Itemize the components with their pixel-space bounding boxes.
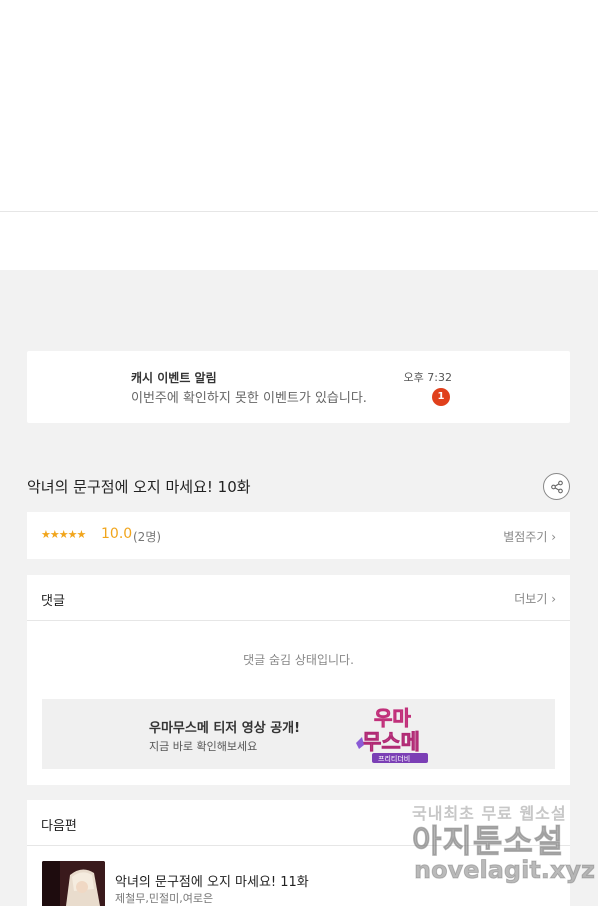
notification-badge: 1: [432, 388, 450, 406]
promo-title: 우마무스메 티저 영상 공개!: [149, 721, 301, 736]
comments-title: 댓글: [41, 594, 65, 609]
notification-time: 오후 7:32: [403, 371, 452, 384]
divider: [0, 211, 598, 212]
promo-subtitle: 지금 바로 확인해보세요: [149, 740, 258, 753]
share-button[interactable]: [543, 473, 570, 500]
comments-hidden-message: 댓글 숨김 상태입니다.: [243, 653, 354, 667]
cash-event-notification[interactable]: 캐시 이벤트 알림 이번주에 확인하지 못한 이벤트가 있습니다. 오후 7:3…: [27, 351, 570, 423]
next-episode-title[interactable]: 악녀의 문구점에 오지 마세요! 11화: [115, 871, 309, 890]
rate-button[interactable]: 별점주기 ›: [503, 528, 556, 545]
watermark: 국내최초 무료 웹소설 아지툰소설 novelagit.xyz: [411, 800, 595, 892]
svg-text:우마: 우마: [374, 706, 411, 730]
watermark-line3: novelagit.xyz: [413, 856, 596, 885]
rating-score: 10.0: [101, 526, 133, 542]
rating-stars: ★★★★★: [41, 528, 86, 541]
svg-text:무스메: 무스메: [362, 730, 420, 754]
next-episode-thumbnail[interactable]: [42, 861, 105, 906]
notification-title: 캐시 이벤트 알림: [131, 371, 217, 385]
episode-title: 악녀의 문구점에 오지 마세요! 10화: [27, 478, 251, 496]
comments-more-link[interactable]: 더보기 ›: [514, 590, 556, 607]
comments-header: 댓글 더보기 ›: [27, 575, 570, 621]
uma-musume-logo: 우마 무스메 프리티더비: [356, 706, 428, 763]
svg-text:프리티더비: 프리티더비: [378, 754, 410, 763]
content-blank-area: [0, 0, 598, 270]
share-icon: [550, 480, 563, 493]
notification-body: 이번주에 확인하지 못한 이벤트가 있습니다.: [131, 391, 367, 406]
next-episode-authors: 제철무,민절미,여로은: [115, 892, 214, 905]
comments-section: 댓글 더보기 › 댓글 숨김 상태입니다. 우마무스메 티저 영상 공개! 지금…: [27, 575, 570, 785]
rating-count: (2명): [133, 530, 162, 544]
rating-bar: ★★★★★ 10.0 (2명) 별점주기 ›: [27, 512, 570, 559]
promo-banner[interactable]: 우마무스메 티저 영상 공개! 지금 바로 확인해보세요 우마 무스메 프리티더…: [42, 699, 555, 769]
next-episode-heading: 다음편: [41, 819, 77, 834]
